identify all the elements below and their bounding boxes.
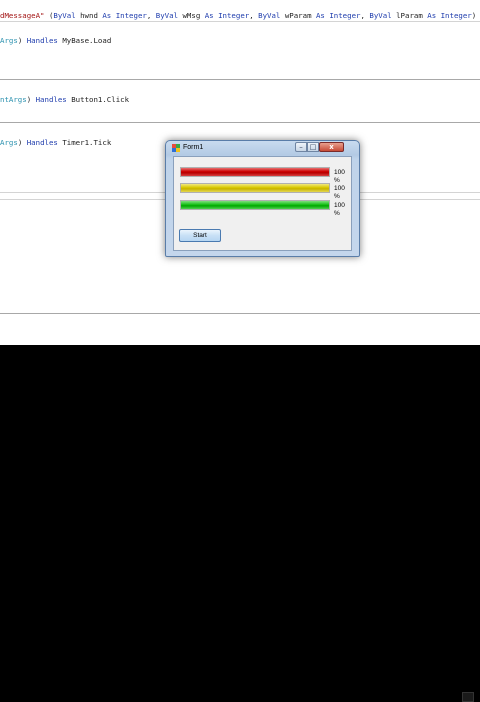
code-line-form-load[interactable]: Args) Handles MyBase.Load: [0, 35, 111, 47]
code-token: ByVal: [155, 11, 179, 20]
code-token: dMessageA": [0, 11, 45, 20]
code-separator: [0, 122, 480, 123]
code-separator: [0, 79, 480, 80]
code-token: As Integer: [102, 11, 147, 20]
code-token: Button1.Click: [66, 95, 130, 104]
code-token: ntArgs: [0, 95, 27, 104]
code-line-timer-tick[interactable]: Args) Handles Timer1.Tick: [0, 137, 111, 149]
code-token: Args: [0, 36, 18, 45]
code-token: MyBase.Load: [57, 36, 112, 45]
watermark-icon: [462, 692, 474, 702]
start-button[interactable]: Start: [179, 229, 221, 242]
progress-label-green: 100 %: [334, 202, 345, 217]
form-client-area: 100 % 100 % 100 % Start: [173, 156, 352, 251]
code-token: ): [17, 138, 27, 147]
code-token: As Integer: [315, 11, 361, 20]
code-token: Handles: [26, 36, 58, 45]
code-token: ByVal: [53, 11, 76, 20]
code-token: wParam: [280, 11, 316, 20]
form1-window[interactable]: Form1 – □ x 100 % 100 % 100 % Start: [165, 140, 360, 257]
progress-bar-yellow: [180, 183, 330, 193]
form-icon: [172, 144, 180, 152]
code-token: hwnd: [75, 11, 103, 20]
code-token: Handles: [35, 95, 67, 104]
maximize-button[interactable]: □: [307, 142, 319, 152]
code-token: ): [17, 36, 27, 45]
code-token: Handles: [26, 138, 58, 147]
code-token: ,: [146, 11, 156, 20]
window-title: Form1: [183, 144, 204, 151]
progress-bar-green: [180, 200, 330, 210]
code-token: Args: [0, 138, 18, 147]
progress-label-red: 100 %: [334, 169, 345, 184]
code-token: ByVal: [369, 11, 392, 20]
progress-fill-green: [181, 201, 329, 209]
bottom-bar: [0, 345, 480, 702]
screen: dMessageA" (ByVal hwnd As Integer, ByVal…: [0, 0, 480, 702]
code-token: ,: [249, 11, 259, 20]
code-token: lParam: [391, 11, 428, 20]
code-token: wMsg: [178, 11, 205, 20]
progress-bar-red: [180, 167, 330, 177]
progress-label-yellow: 100 %: [334, 185, 345, 200]
code-token: ): [26, 95, 36, 104]
code-line-button-click[interactable]: ntArgs) Handles Button1.Click: [0, 94, 129, 106]
code-token: ): [471, 11, 480, 20]
title-bar[interactable]: Form1 – □ x: [166, 141, 359, 155]
code-token: ByVal: [258, 11, 281, 20]
code-token: As Integer: [204, 11, 250, 20]
close-button[interactable]: x: [319, 142, 344, 152]
code-token: As Integer: [427, 11, 472, 20]
code-separator: [0, 313, 480, 314]
minimize-button[interactable]: –: [295, 142, 307, 152]
progress-fill-yellow: [181, 184, 329, 192]
code-token: Timer1.Tick: [57, 138, 112, 147]
code-separator: [0, 21, 480, 22]
progress-fill-red: [181, 168, 329, 176]
